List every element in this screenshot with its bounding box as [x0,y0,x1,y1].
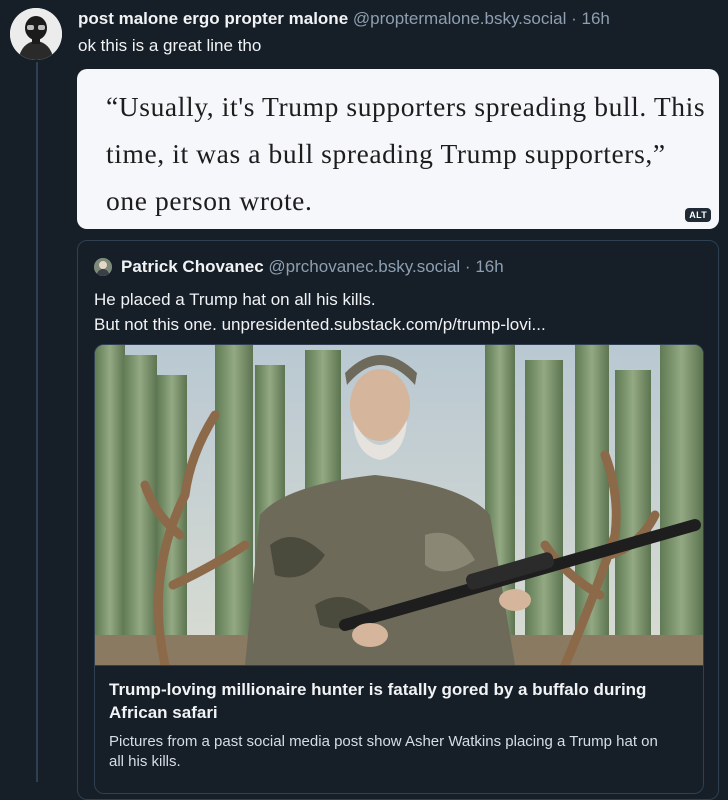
author-avatar[interactable] [10,8,62,60]
link-card[interactable]: Trump-loving millionaire hunter is fatal… [94,344,704,794]
quoted-post[interactable]: Patrick Chovanec @prchovanec.bsky.social… [77,240,719,800]
thread-line [36,62,38,782]
alt-badge[interactable]: ALT [685,208,711,222]
quoted-author-handle[interactable]: @prchovanec.bsky.social [268,257,460,277]
quoted-author-name[interactable]: Patrick Chovanec [121,257,264,277]
post-image[interactable]: “Usually, it's Trump supporters spreadin… [77,69,719,229]
link-card-body: Trump-loving millionaire hunter is fatal… [95,665,703,793]
quoted-text-line-2[interactable]: But not this one. unpresidented.substack… [94,312,546,337]
masked-figure-icon [10,8,62,60]
author-name[interactable]: post malone ergo propter malone [78,9,348,28]
post-text: ok this is a great line tho [78,36,262,55]
separator-dot: · [571,9,577,28]
separator-dot: · [464,257,471,276]
post-header: post malone ergo propter malone @propter… [78,9,610,29]
person-avatar-icon [94,258,112,276]
link-card-title: Trump-loving millionaire hunter is fatal… [109,680,647,722]
post-time[interactable]: 16h [582,9,610,28]
link-card-description: Pictures from a past social media post s… [109,733,658,770]
quoted-author-avatar[interactable] [94,258,112,276]
image-quote-text: “Usually, it's Trump supporters spreadin… [106,91,706,216]
link-card-image [95,345,703,665]
quoted-post-header: Patrick Chovanec @prchovanec.bsky.social… [94,257,504,277]
quoted-post-text: He placed a Trump hat on all his kills. … [94,287,546,337]
quoted-post-time[interactable]: 16h [475,257,503,277]
author-handle[interactable]: @proptermalone.bsky.social [353,9,566,28]
quoted-text-line-1: He placed a Trump hat on all his kills. [94,290,376,309]
